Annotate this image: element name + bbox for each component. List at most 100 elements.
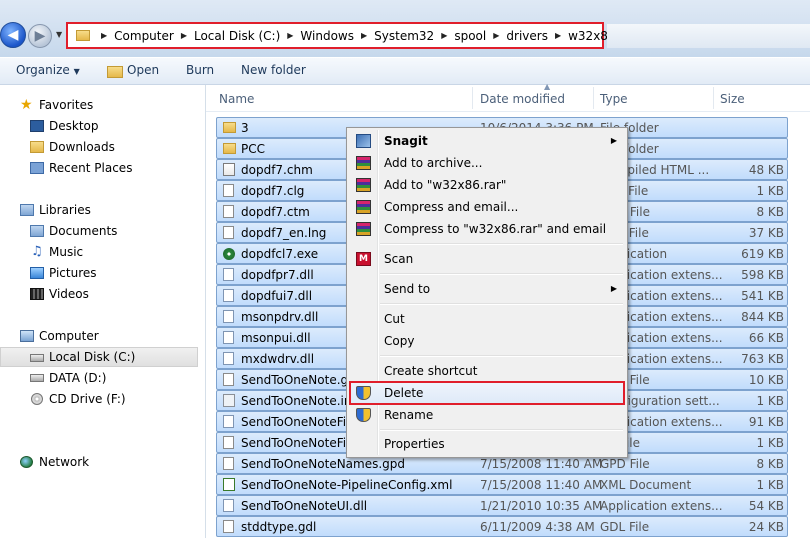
menu-label: Add to archive... [384, 156, 483, 170]
breadcrumb-chevron-icon[interactable]: ▶ [176, 31, 192, 40]
column-divider[interactable] [713, 87, 714, 109]
menu-item-add-to-rar[interactable]: Add to "w32x86.rar" [349, 174, 625, 196]
column-divider[interactable] [593, 87, 594, 109]
nav-label: Favorites [39, 98, 94, 112]
nav-item-desktop[interactable]: Desktop [0, 116, 205, 136]
nav-item-network[interactable]: Network [0, 452, 205, 472]
libraries-icon [20, 204, 34, 216]
nav-item-cd-drive[interactable]: CD Drive (F:) [0, 389, 205, 409]
nav-label: Libraries [39, 203, 91, 217]
winrar-icon [356, 156, 371, 170]
menu-separator [380, 303, 623, 305]
nav-item-data-drive[interactable]: DATA (D:) [0, 368, 205, 388]
menu-item-snagit[interactable]: Snagit ▶ [349, 130, 625, 152]
menu-separator [380, 429, 623, 431]
nav-item-videos[interactable]: Videos [0, 284, 205, 304]
nav-item-documents[interactable]: Documents [0, 221, 205, 241]
nav-label: Recent Places [49, 161, 133, 175]
file-date: 1/21/2010 10:35 AM [480, 499, 603, 513]
burn-button[interactable]: Burn [186, 63, 214, 77]
film-icon [30, 288, 44, 300]
breadcrumb-chevron-icon[interactable]: ▶ [436, 31, 452, 40]
file-size: 91 KB [748, 415, 784, 429]
breadcrumb-chevron-icon[interactable]: ▶ [356, 31, 372, 40]
back-button[interactable]: ◀ [0, 22, 26, 48]
menu-item-delete[interactable]: Delete [349, 381, 625, 405]
menu-item-create-shortcut[interactable]: Create shortcut [349, 360, 625, 382]
nav-item-local-disk[interactable]: Local Disk (C:) [0, 347, 198, 367]
file-size: 1 KB [756, 394, 784, 408]
menu-item-scan[interactable]: M Scan [349, 248, 625, 270]
file-size: 541 KB [741, 289, 784, 303]
forward-button[interactable]: ▶ [28, 24, 52, 48]
dll-file-icon [223, 310, 234, 323]
dll-file-icon [223, 352, 234, 365]
menu-item-properties[interactable]: Properties [349, 433, 625, 455]
file-icon [223, 436, 234, 449]
column-header-date[interactable]: Date modified [480, 92, 565, 106]
dll-file-icon [223, 415, 234, 428]
file-type: XML Document [600, 478, 692, 492]
column-header-type[interactable]: Type [600, 92, 628, 106]
dll-file-icon [223, 499, 234, 512]
computer-icon [20, 330, 34, 342]
submenu-arrow-icon: ▶ [610, 284, 617, 293]
breadcrumb-chevron-icon[interactable]: ▶ [550, 31, 566, 40]
menu-item-compress-rar-email[interactable]: Compress to "w32x86.rar" and email [349, 218, 625, 240]
file-name: dopdf7.chm [241, 163, 313, 177]
breadcrumb-local-disk[interactable]: Local Disk (C:) [192, 29, 282, 43]
nav-item-music[interactable]: ♫ Music [0, 242, 205, 262]
file-name: dopdf7.clg [241, 184, 305, 198]
breadcrumb-chevron-icon[interactable]: ▶ [488, 31, 504, 40]
column-header-name[interactable]: Name [219, 92, 254, 106]
menu-item-add-to-archive[interactable]: Add to archive... [349, 152, 625, 174]
breadcrumb-chevron-icon[interactable]: ▶ [282, 31, 298, 40]
file-date: 7/15/2008 11:40 AM [480, 478, 603, 492]
breadcrumb-computer[interactable]: Computer [112, 29, 176, 43]
breadcrumb-spool[interactable]: spool [452, 29, 488, 43]
nav-item-pictures[interactable]: Pictures [0, 263, 205, 283]
file-size: 763 KB [741, 352, 784, 366]
nav-item-downloads[interactable]: Downloads [0, 137, 205, 157]
file-name: SendToOneNote.ini [241, 394, 355, 408]
nav-item-favorites[interactable]: ★ Favorites [0, 95, 205, 115]
nav-label: Documents [49, 224, 118, 238]
organize-button[interactable]: Organize ▼ [16, 63, 80, 77]
column-header-row: ▲ Name Date modified Type Size [206, 82, 810, 112]
organize-label: Organize [16, 63, 70, 77]
file-row[interactable]: SendToOneNote-PipelineConfig.xml 7/15/20… [216, 474, 788, 495]
nav-item-libraries[interactable]: Libraries [0, 200, 205, 220]
open-folder-icon [107, 66, 123, 78]
file-row[interactable]: SendToOneNoteUI.dll 1/21/2010 10:35 AM A… [216, 495, 788, 516]
nav-item-recent-places[interactable]: Recent Places [0, 158, 205, 178]
breadcrumb-chevron-icon[interactable]: ▶ [96, 31, 112, 40]
breadcrumb-system32[interactable]: System32 [372, 29, 436, 43]
documents-icon [30, 225, 44, 237]
menu-item-send-to[interactable]: Send to ▶ [349, 278, 625, 300]
column-header-size[interactable]: Size [720, 92, 745, 106]
nav-label: DATA (D:) [49, 371, 107, 385]
nav-label: Computer [39, 329, 99, 343]
file-size: 844 KB [741, 310, 784, 324]
new-folder-button[interactable]: New folder [241, 63, 306, 77]
recent-pages-dropdown-icon[interactable]: ▼ [56, 30, 62, 39]
menu-item-rename[interactable]: Rename [349, 404, 625, 426]
open-button[interactable]: Open [127, 63, 159, 77]
file-size: 1 KB [756, 436, 784, 450]
address-bar[interactable]: ▶ Computer ▶ Local Disk (C:) ▶ Windows ▶… [66, 22, 629, 49]
menu-label: Add to "w32x86.rar" [384, 178, 507, 192]
nav-item-computer[interactable]: Computer [0, 326, 205, 346]
menu-item-cut[interactable]: Cut [349, 308, 625, 330]
file-row[interactable]: stddtype.gdl 6/11/2009 4:38 AM GDL File … [216, 516, 788, 537]
file-size: 598 KB [741, 268, 784, 282]
file-name: PCC [241, 142, 265, 156]
menu-label: Properties [384, 437, 445, 451]
file-size: 1 KB [756, 184, 784, 198]
breadcrumb-drivers[interactable]: drivers [504, 29, 550, 43]
menu-item-copy[interactable]: Copy [349, 330, 625, 352]
breadcrumb-windows[interactable]: Windows [298, 29, 356, 43]
column-divider[interactable] [472, 87, 473, 109]
nav-label: Music [49, 245, 84, 259]
menu-item-compress-email[interactable]: Compress and email... [349, 196, 625, 218]
file-type: Application extens... [600, 499, 723, 513]
